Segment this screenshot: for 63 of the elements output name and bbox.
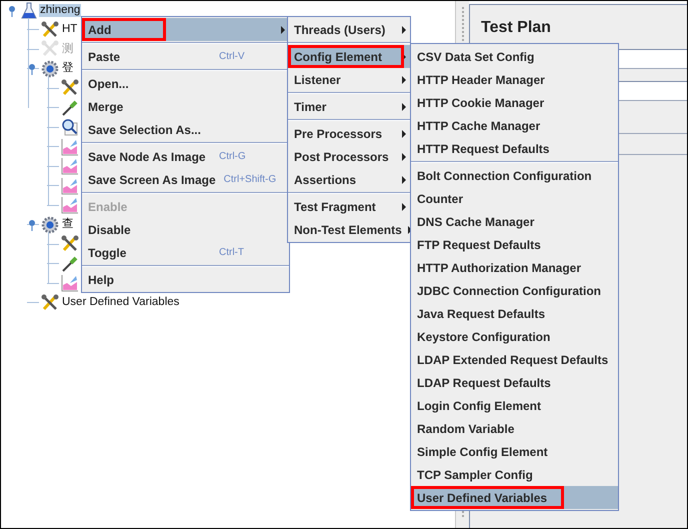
- menu-item[interactable]: Random Variable: [411, 417, 618, 440]
- menu-item[interactable]: Timer: [288, 95, 410, 118]
- menu-item[interactable]: Threads (Users): [288, 18, 410, 41]
- menu-item[interactable]: Open...: [82, 72, 289, 95]
- menu-item[interactable]: Post Processors: [288, 145, 410, 168]
- chart-icon: [61, 196, 79, 214]
- tools-icon: [41, 20, 59, 39]
- menu-item[interactable]: Counter: [411, 187, 618, 210]
- menu-item[interactable]: Merge: [82, 95, 289, 118]
- menu-item[interactable]: Save Node As Image Ctrl-G: [82, 145, 289, 168]
- menu-item[interactable]: CSV Data Set Config: [411, 45, 618, 68]
- chart-icon: [61, 176, 79, 195]
- menu-item[interactable]: Bolt Connection Configuration: [411, 164, 618, 187]
- menu-item[interactable]: Java Request Defaults: [411, 302, 618, 325]
- menu-item[interactable]: LDAP Extended Request Defaults: [411, 348, 618, 371]
- chart-icon: [61, 274, 79, 292]
- menu-item[interactable]: HTTP Authorization Manager: [411, 256, 618, 279]
- panel-title: Test Plan: [480, 19, 552, 38]
- menu-item[interactable]: JDBC Connection Configuration: [411, 279, 618, 302]
- menu-item[interactable]: TCP Sampler Config: [411, 463, 618, 486]
- menu-item[interactable]: FTP Request Defaults: [411, 233, 618, 256]
- tools-icon: [61, 79, 79, 98]
- menu-item[interactable]: Pre Processors: [288, 122, 410, 145]
- menu-item[interactable]: Config Element: [288, 45, 410, 68]
- chart-icon: [61, 157, 79, 176]
- menu-item[interactable]: HTTP Cache Manager: [411, 114, 618, 137]
- pipette-icon: [61, 98, 79, 117]
- menu-item[interactable]: LDAP Request Defaults: [411, 371, 618, 394]
- tools-icon: [41, 294, 59, 312]
- menu-item[interactable]: Login Config Element: [411, 394, 618, 417]
- tree-node-label[interactable]: HT: [61, 23, 78, 36]
- tree-node-label[interactable]: User Defined Variables: [61, 296, 180, 310]
- tree-node-label[interactable]: zhineng: [39, 4, 82, 17]
- menu-item[interactable]: Save Selection As...: [82, 118, 289, 141]
- menu-item[interactable]: HTTP Cookie Manager: [411, 91, 618, 114]
- tree-node-label[interactable]: 查: [61, 218, 75, 232]
- menu-item[interactable]: Add: [82, 18, 289, 41]
- menu-item[interactable]: Listener: [288, 68, 410, 91]
- menu-item[interactable]: Help: [82, 268, 289, 291]
- gear-icon: [41, 60, 59, 78]
- tools-icon: [61, 235, 79, 254]
- menu-item[interactable]: Toggle Ctrl-T: [82, 241, 289, 264]
- flask-icon: [21, 2, 37, 20]
- menu-item[interactable]: User Defined Variables: [411, 486, 618, 509]
- menu-item[interactable]: Keystore Configuration: [411, 325, 618, 348]
- gear-icon: [41, 216, 59, 234]
- expand-handle[interactable]: [7, 4, 17, 16]
- magnifier-icon: [61, 118, 79, 136]
- menu-item[interactable]: HTTP Header Manager: [411, 68, 618, 91]
- menu-item[interactable]: Simple Config Element: [411, 440, 618, 463]
- chart-icon: [61, 138, 79, 156]
- menu-item[interactable]: Disable: [82, 218, 289, 241]
- menu-item[interactable]: DNS Cache Manager: [411, 210, 618, 233]
- menu-item[interactable]: Assertions: [288, 168, 410, 191]
- menu-item[interactable]: Save Screen As Image Ctrl+Shift-G: [82, 168, 289, 191]
- expand-handle[interactable]: [27, 218, 37, 231]
- pipette-icon: [61, 254, 79, 273]
- menu-item[interactable]: Paste Ctrl-V: [82, 45, 289, 68]
- tools-icon: [41, 40, 59, 58]
- expand-handle[interactable]: [27, 62, 37, 75]
- menu-item[interactable]: HTTP Request Defaults: [411, 137, 618, 160]
- menu-item[interactable]: Test Fragment: [288, 195, 410, 218]
- tree-node-label[interactable]: 登: [61, 62, 75, 76]
